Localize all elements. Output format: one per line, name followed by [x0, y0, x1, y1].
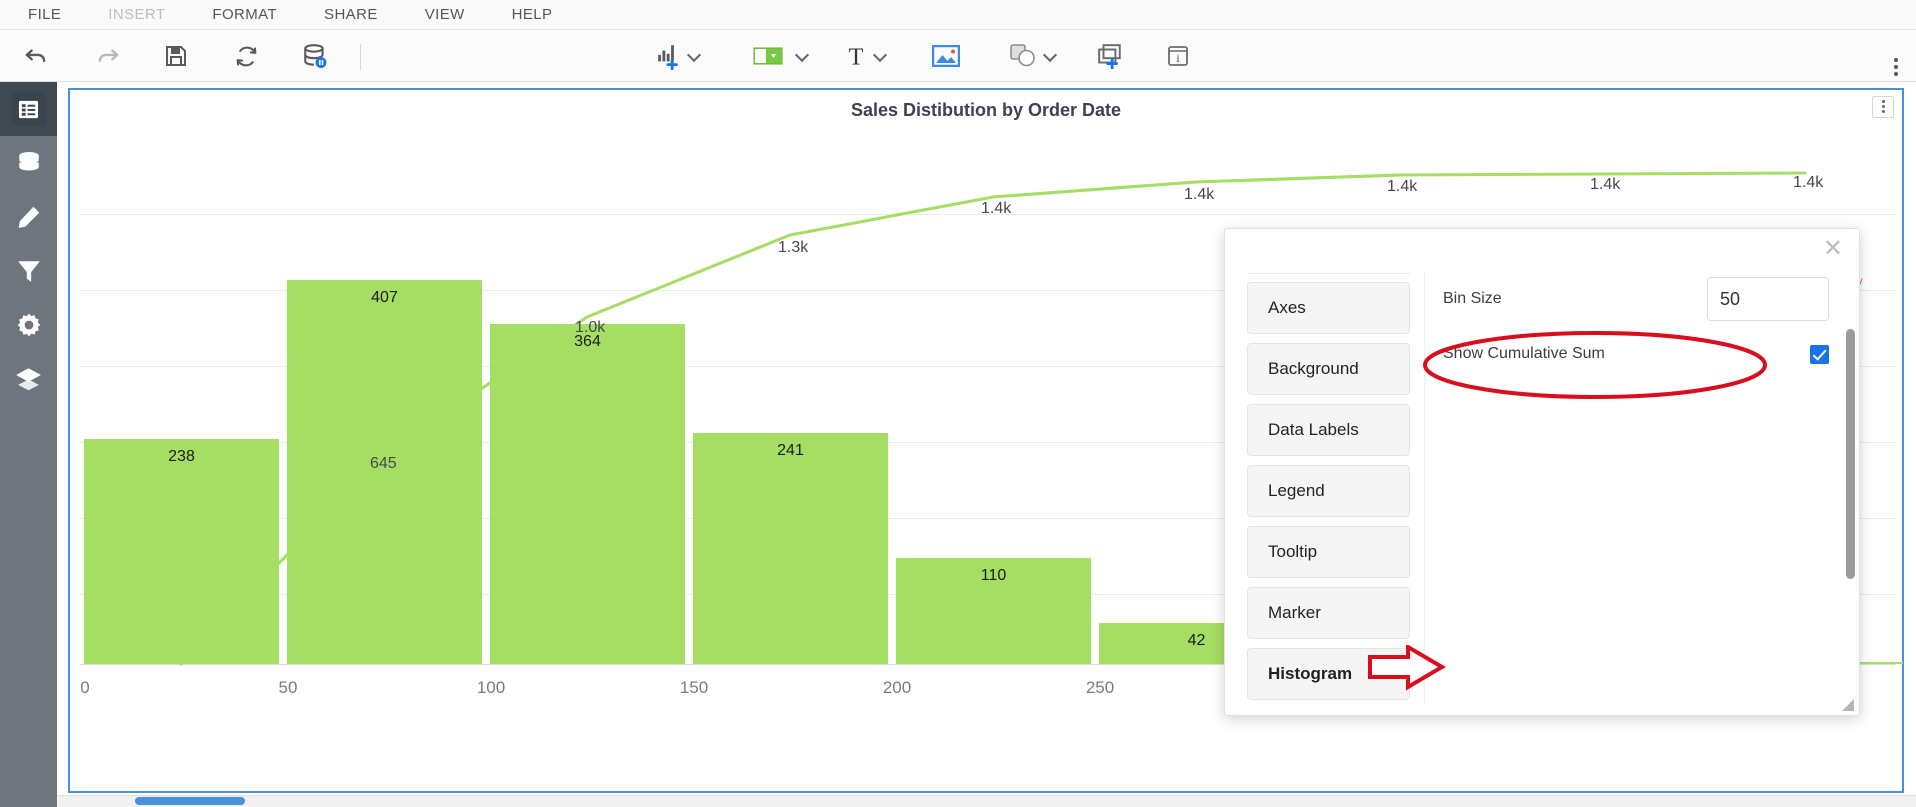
fill-color-icon — [753, 47, 783, 65]
cumulative-value-label: 645 — [370, 455, 397, 472]
text-dropdown[interactable] — [873, 50, 887, 62]
cumulative-value-label: 1.4k — [1590, 176, 1621, 193]
sidebar-item-data[interactable] — [0, 136, 57, 190]
pencil-icon — [18, 206, 39, 228]
text-button[interactable]: T — [838, 38, 874, 74]
shapes-icon — [1010, 44, 1035, 67]
nav-label: Axes — [1268, 298, 1306, 317]
x-axis-tick: 50 — [278, 678, 298, 697]
settings-nav-axes[interactable]: Axes — [1247, 282, 1410, 334]
sidebar-item-layers[interactable] — [0, 352, 57, 406]
settings-nav-list: Axes Background Data Labels Legend Toolt… — [1247, 273, 1425, 705]
refresh-icon — [236, 46, 256, 66]
cumulative-value-label: 1.0k — [575, 319, 606, 336]
svg-text:i: i — [1176, 51, 1180, 65]
settings-panel-histogram: Bin Size Show Cumulative Sum — [1443, 273, 1829, 377]
sidebar-item-edit[interactable] — [0, 190, 57, 244]
sidebar-item-settings[interactable] — [0, 298, 57, 352]
image-button[interactable] — [928, 38, 964, 74]
toolbar-overflow-button[interactable] — [1894, 58, 1898, 79]
settings-nav-data-labels[interactable]: Data Labels — [1247, 404, 1410, 456]
add-chart-icon — [658, 45, 678, 70]
show-cumulative-sum-label: Show Cumulative Sum — [1443, 345, 1605, 362]
fill-color-dropdown[interactable] — [795, 50, 809, 62]
svg-text:T: T — [849, 45, 864, 69]
shapes-button[interactable] — [1005, 38, 1041, 74]
horizontal-scrollbar-thumb[interactable] — [135, 797, 245, 805]
toolbar-separator — [360, 44, 361, 70]
show-cumulative-sum-row: Show Cumulative Sum — [1443, 331, 1829, 377]
settings-nav-tooltip[interactable]: Tooltip — [1247, 526, 1410, 578]
sidebar-item-dashboard[interactable] — [0, 82, 57, 136]
dialog-scrollbar[interactable] — [1846, 329, 1855, 579]
x-axis-tick: 100 — [476, 678, 506, 697]
menu-item-file[interactable]: FILE — [28, 6, 61, 23]
fill-color-button[interactable] — [750, 38, 786, 74]
list-panel-icon — [18, 100, 39, 118]
database-pause-icon — [304, 44, 327, 68]
x-axis-tick: 200 — [882, 678, 912, 697]
bin-size-input[interactable] — [1707, 277, 1829, 321]
show-cumulative-sum-checkbox[interactable] — [1810, 344, 1829, 364]
duplicate-button[interactable] — [1092, 38, 1128, 74]
cumulative-value-label: 1.4k — [981, 200, 1012, 217]
menu-item-view[interactable]: VIEW — [425, 6, 465, 23]
horizontal-scrollbar-track[interactable] — [57, 795, 1916, 807]
info-button[interactable]: i — [1160, 38, 1196, 74]
redo-icon — [98, 49, 119, 63]
save-icon — [166, 46, 186, 66]
nav-label: Legend — [1268, 481, 1325, 500]
settings-nav-histogram[interactable]: Histogram — [1247, 648, 1410, 700]
resize-handle-icon[interactable] — [1842, 698, 1854, 711]
text-icon: T — [849, 45, 864, 69]
application-window: FILE INSERT FORMAT SHARE VIEW HELP T i S… — [0, 0, 1916, 807]
info-icon: i — [1168, 46, 1188, 66]
gear-icon — [17, 313, 40, 337]
redo-button — [90, 38, 126, 74]
layers-icon — [16, 367, 41, 390]
menu-bar: FILE INSERT FORMAT SHARE VIEW HELP — [0, 0, 1916, 30]
data-source-button[interactable] — [297, 38, 333, 74]
close-icon[interactable]: ✕ — [1823, 237, 1843, 261]
refresh-button[interactable] — [228, 38, 264, 74]
x-axis-tick: 250 — [1085, 678, 1115, 697]
x-axis-tick: 150 — [679, 678, 709, 697]
shapes-dropdown[interactable] — [1043, 50, 1057, 62]
x-axis-tick: 0 — [80, 678, 90, 697]
chart-options-button[interactable] — [1872, 96, 1894, 118]
duplicate-icon — [1098, 44, 1121, 69]
nav-label: Marker — [1268, 603, 1321, 622]
cumulative-value-label: 1.3k — [778, 239, 809, 256]
cumulative-value-label: 1.4k — [1793, 174, 1824, 191]
nav-label: Histogram — [1268, 664, 1353, 683]
chart-title: Sales Distibution by Order Date — [850, 100, 1122, 120]
nav-label: Tooltip — [1268, 542, 1318, 561]
menu-item-share[interactable]: SHARE — [324, 6, 378, 23]
settings-nav-background[interactable]: Background — [1247, 343, 1410, 395]
database-icon — [18, 151, 39, 171]
bin-size-row: Bin Size — [1443, 273, 1829, 325]
settings-nav-marker[interactable]: Marker — [1247, 587, 1410, 639]
add-chart-dropdown[interactable] — [687, 50, 701, 62]
menu-item-help[interactable]: HELP — [512, 6, 553, 23]
sidebar-item-filter[interactable] — [0, 244, 57, 298]
cumulative-value-label: 1.4k — [1387, 178, 1418, 195]
menu-item-format[interactable]: FORMAT — [212, 6, 277, 23]
undo-button[interactable] — [18, 38, 54, 74]
add-chart-button[interactable] — [652, 38, 688, 74]
undo-icon — [25, 49, 46, 63]
menu-item-insert: INSERT — [108, 6, 166, 23]
cumulative-value-label: 1.4k — [1184, 186, 1215, 203]
nav-label: Background — [1268, 359, 1359, 378]
nav-divider — [1247, 273, 1410, 274]
left-sidebar — [0, 82, 57, 807]
nav-label: Data Labels — [1268, 420, 1359, 439]
chart-settings-dialog[interactable]: ✕ Axes Background Data Labels Legend Too… — [1224, 228, 1860, 716]
bin-size-label: Bin Size — [1443, 290, 1502, 307]
funnel-icon — [17, 261, 40, 282]
toolbar: T i — [0, 30, 1916, 82]
settings-nav-legend[interactable]: Legend — [1247, 465, 1410, 517]
save-button[interactable] — [158, 38, 194, 74]
image-icon — [932, 45, 960, 67]
